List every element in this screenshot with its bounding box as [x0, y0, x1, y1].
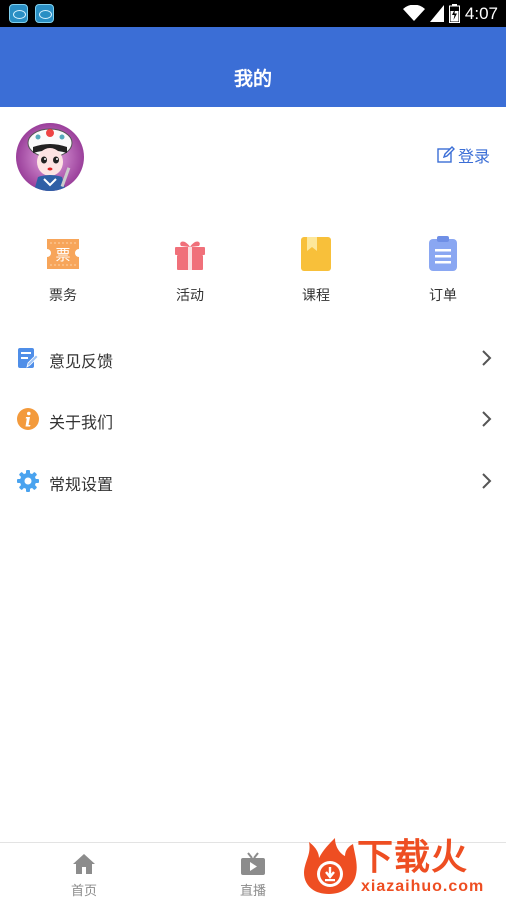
quick-link-activity[interactable]: 活动	[150, 236, 230, 305]
avatar[interactable]	[16, 123, 84, 191]
app-notification-icon	[35, 4, 54, 23]
gift-icon	[175, 241, 205, 270]
status-time: 4:07	[464, 3, 498, 23]
login-button[interactable]: 登录	[437, 143, 490, 167]
watermark-url: xiazaihuo.com	[361, 878, 485, 895]
opera-character-avatar	[16, 123, 84, 191]
quick-link-label: 订单	[429, 288, 457, 304]
ticket-icon: 票	[47, 239, 79, 269]
menu-item-settings[interactable]: 常规设置	[0, 461, 506, 501]
settings-gear-icon	[17, 470, 39, 492]
quick-link-ticket[interactable]: 票 票务	[23, 236, 103, 305]
watermark-brand: 下载火	[357, 837, 469, 878]
tab-live[interactable]: 直播	[213, 843, 293, 900]
tab-home[interactable]: 首页	[44, 843, 124, 900]
signal-icon	[429, 5, 444, 22]
order-clipboard-icon	[429, 236, 457, 271]
tab-label: 直播	[239, 884, 266, 899]
chevron-right-icon	[482, 411, 492, 427]
login-label: 登录	[457, 147, 490, 166]
battery-icon	[448, 4, 460, 23]
quick-link-label: 课程	[302, 288, 330, 304]
live-tv-icon	[241, 852, 265, 875]
quick-link-course[interactable]: 课程	[276, 236, 356, 305]
chevron-right-icon	[482, 473, 492, 489]
title-bar: 我的	[0, 27, 506, 107]
watermark: 下载火 xiazaihuo.com	[297, 832, 506, 900]
course-book-icon	[301, 237, 331, 271]
feedback-icon	[18, 348, 39, 368]
info-icon	[17, 408, 39, 430]
status-bar: 4:07	[0, 0, 506, 27]
tab-label: 首页	[70, 884, 97, 899]
flame-logo-icon	[304, 838, 357, 894]
ticket-icon-text: 票	[55, 246, 70, 264]
edit-icon	[437, 146, 455, 163]
page-title: 我的	[233, 68, 272, 90]
home-icon	[73, 854, 95, 874]
chevron-right-icon	[482, 350, 492, 366]
quick-link-order[interactable]: 订单	[403, 236, 483, 305]
quick-link-label: 活动	[176, 288, 204, 304]
app-notification-icon	[9, 4, 28, 23]
wifi-icon	[402, 5, 425, 21]
menu-item-label: 意见反馈	[49, 352, 114, 371]
menu-item-feedback[interactable]: 意见反馈	[0, 338, 506, 378]
menu-item-about-us[interactable]: 关于我们	[0, 399, 506, 439]
menu-item-label: 关于我们	[49, 413, 114, 432]
quick-link-label: 票务	[49, 288, 77, 304]
menu-item-label: 常规设置	[49, 475, 114, 494]
